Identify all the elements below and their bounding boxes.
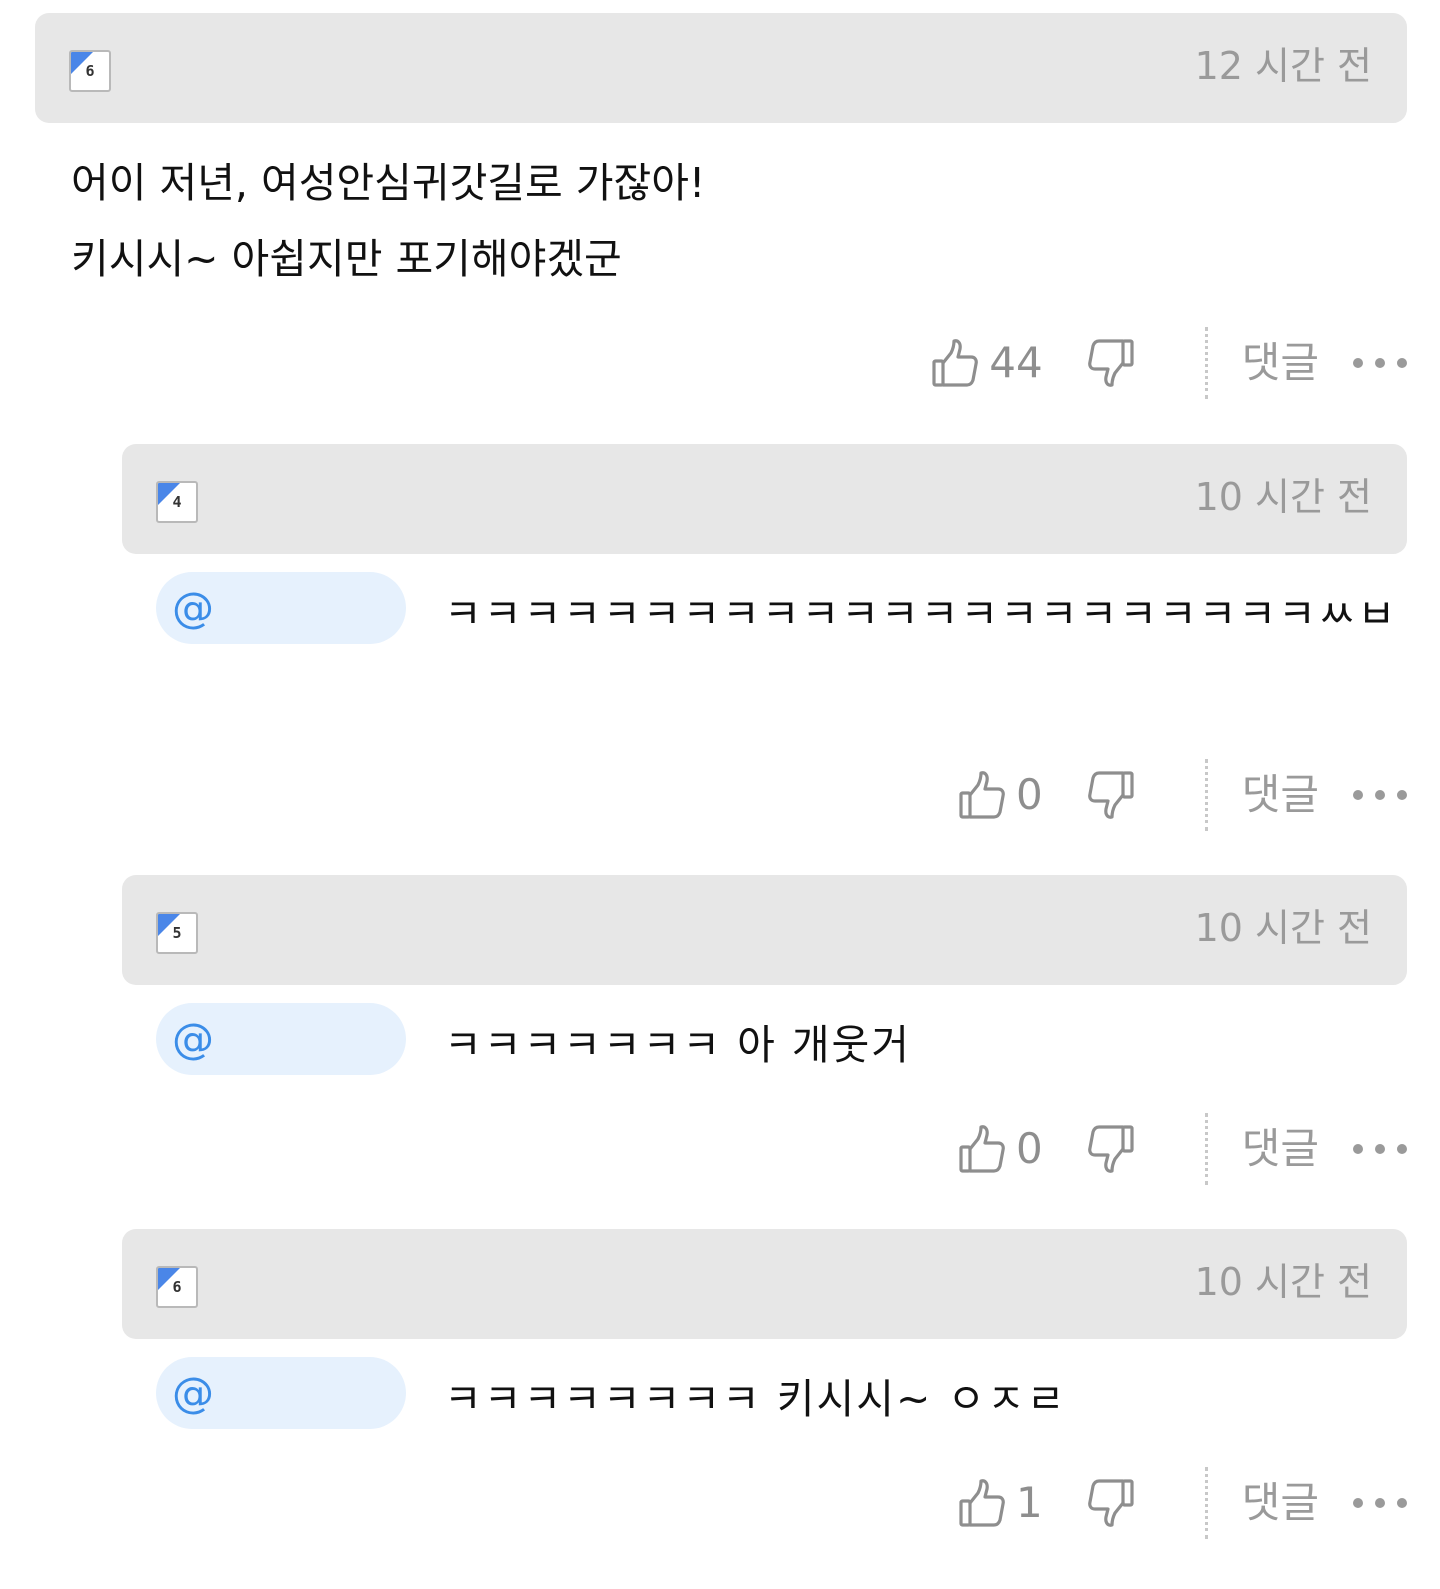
comment-actions: 0 댓글 — [958, 1112, 1407, 1186]
comment-time: 10 시간 전 — [1194, 475, 1372, 519]
comment-header: 6 10 시간 전 — [122, 1229, 1407, 1339]
reply-comment: 6 10 시간 전 @ ㅋㅋㅋㅋㅋㅋㅋㅋ 키시시~ ㅇㅈㄹ 1 댓글 — [122, 1229, 1407, 1539]
more-icon[interactable] — [1353, 790, 1407, 800]
thumbs-up-icon — [959, 771, 1005, 819]
comment-time: 10 시간 전 — [1194, 1260, 1372, 1304]
level-badge-icon: 6 — [156, 1266, 198, 1308]
thumbs-up-icon — [959, 1479, 1005, 1527]
action-divider — [1204, 1113, 1208, 1185]
dislike-button[interactable] — [1087, 1123, 1135, 1175]
like-count: 44 — [989, 338, 1043, 387]
reply-body: @ ㅋㅋㅋㅋㅋㅋㅋㅋ 키시시~ ㅇㅈㄹ — [122, 1357, 1407, 1437]
reply-body: @ ㅋㅋㅋㅋㅋㅋㅋ 아 개웃거 — [122, 1003, 1407, 1083]
thumbs-up-icon — [932, 339, 979, 387]
comment-text: 어이 저년, 여성안심귀갓길로 가잖아! 키시시~ 아쉽지만 포기해야겠군 — [71, 159, 706, 283]
like-button[interactable]: 44 — [931, 337, 1043, 389]
level-badge-icon: 6 — [69, 50, 111, 92]
comment-time: 10 시간 전 — [1194, 906, 1372, 950]
more-icon[interactable] — [1353, 1498, 1407, 1508]
thumbs-down-icon — [1087, 771, 1134, 819]
dislike-button[interactable] — [1087, 1477, 1135, 1529]
thumbs-down-icon — [1087, 1125, 1134, 1173]
like-count: 1 — [1015, 1478, 1043, 1527]
more-icon[interactable] — [1353, 1144, 1407, 1154]
like-button[interactable]: 0 — [958, 1123, 1043, 1175]
comment-header: 6 12 시간 전 — [35, 13, 1407, 123]
reply-button[interactable]: 댓글 — [1242, 338, 1319, 388]
dislike-button[interactable] — [1087, 769, 1135, 821]
like-count: 0 — [1015, 770, 1043, 819]
like-count: 0 — [1015, 1124, 1043, 1173]
thumbs-up-icon — [959, 1125, 1005, 1173]
comment-actions: 44 댓글 — [931, 326, 1407, 400]
comment: 6 12 시간 전 어이 저년, 여성안심귀갓길로 가잖아! 키시시~ 아쉽지만… — [35, 13, 1407, 399]
level-number: 5 — [172, 924, 182, 942]
reply-button[interactable]: 댓글 — [1242, 1124, 1319, 1174]
level-number: 4 — [172, 493, 182, 511]
action-divider — [1204, 327, 1208, 399]
comment-header: 4 10 시간 전 — [122, 444, 1407, 554]
level-number: 6 — [85, 62, 95, 80]
reply-body: @ ㅋㅋㅋㅋㅋㅋㅋㅋㅋㅋㅋㅋㅋㅋㅋㅋㅋㅋㅋㅋㅋㅋㅆㅂ — [122, 572, 1407, 722]
comment-time: 12 시간 전 — [1194, 44, 1372, 88]
reply-comment: 5 10 시간 전 @ ㅋㅋㅋㅋㅋㅋㅋ 아 개웃거 0 댓글 — [122, 875, 1407, 1185]
action-divider — [1204, 759, 1208, 831]
level-number: 6 — [172, 1278, 182, 1296]
reply-button[interactable]: 댓글 — [1242, 770, 1319, 820]
like-button[interactable]: 0 — [958, 769, 1043, 821]
comment-text: ㅋㅋㅋㅋㅋㅋㅋㅋ 키시시~ ㅇㅈㄹ — [444, 1375, 1067, 1423]
like-button[interactable]: 1 — [958, 1477, 1043, 1529]
comment-header: 5 10 시간 전 — [122, 875, 1407, 985]
level-badge-icon: 5 — [156, 912, 198, 954]
more-icon[interactable] — [1353, 358, 1407, 368]
comment-actions: 1 댓글 — [958, 1466, 1407, 1540]
dislike-button[interactable] — [1087, 337, 1135, 389]
thumbs-down-icon — [1087, 1479, 1134, 1527]
reply-comment: 4 10 시간 전 @ ㅋㅋㅋㅋㅋㅋㅋㅋㅋㅋㅋㅋㅋㅋㅋㅋㅋㅋㅋㅋㅋㅋㅆㅂ 0 댓… — [122, 444, 1407, 831]
level-badge-icon: 4 — [156, 481, 198, 523]
comment-text: ㅋㅋㅋㅋㅋㅋㅋ 아 개웃거 — [444, 1021, 911, 1069]
reply-button[interactable]: 댓글 — [1242, 1478, 1319, 1528]
thumbs-down-icon — [1087, 339, 1134, 387]
comment-actions: 0 댓글 — [958, 758, 1407, 832]
comment-text: ㅋㅋㅋㅋㅋㅋㅋㅋㅋㅋㅋㅋㅋㅋㅋㅋㅋㅋㅋㅋㅋㅋㅆㅂ — [444, 590, 1398, 638]
action-divider — [1204, 1467, 1208, 1539]
